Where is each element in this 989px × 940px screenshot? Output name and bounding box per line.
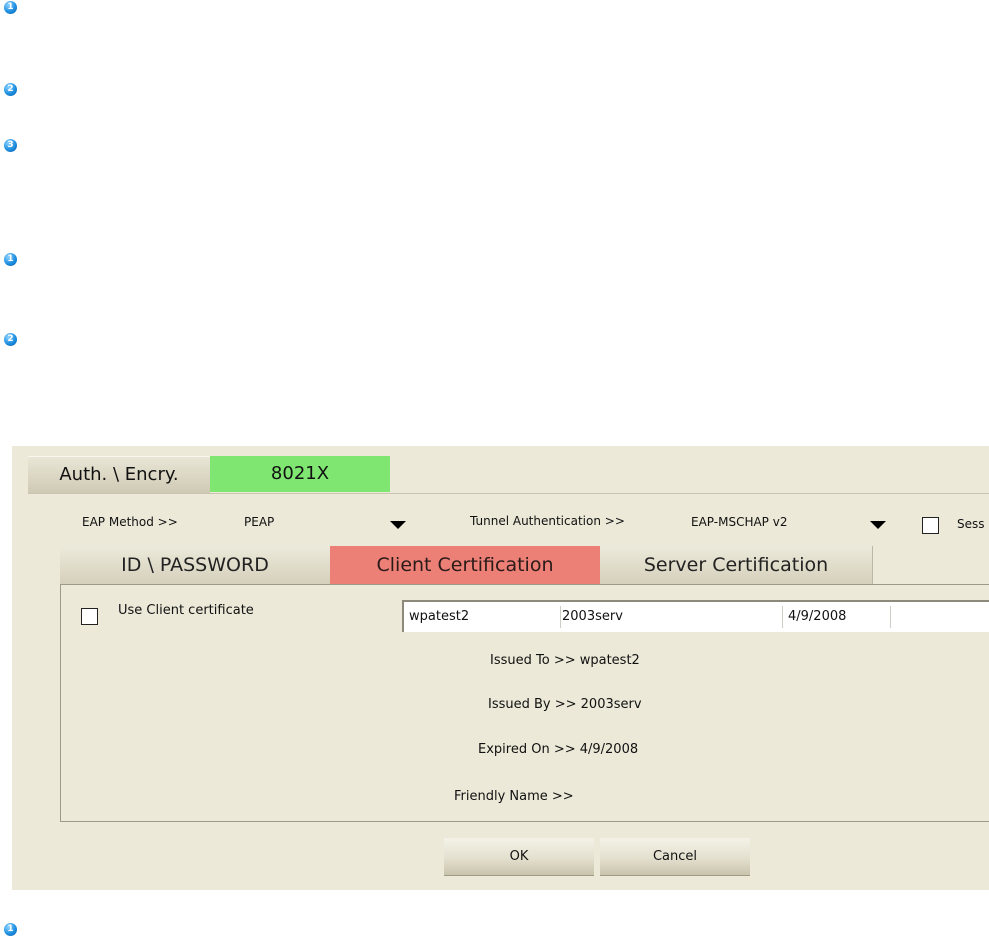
step-1-icon: 1: [4, 923, 17, 936]
client-cert-list[interactable]: wpatest2 2003serv 4/9/2008: [402, 600, 989, 632]
step-2-icon: 2: [4, 83, 17, 96]
tunnel-auth-dropdown-icon[interactable]: [870, 521, 886, 529]
step-2-icon: 2: [4, 333, 17, 346]
tab-8021x[interactable]: 8021X: [210, 456, 390, 492]
tab-id-password[interactable]: ID \ PASSWORD: [60, 546, 331, 584]
use-client-cert-checkbox[interactable]: [81, 608, 98, 625]
cert-issued-to-cell: wpatest2: [409, 609, 470, 624]
expired-on-text: Expired On >> 4/9/2008: [478, 742, 639, 757]
settings-panel: Auth. \ Encry. 8021X EAP Method >> PEAP …: [12, 446, 989, 890]
cert-column-divider: [890, 606, 891, 628]
tab-auth-encry[interactable]: Auth. \ Encry.: [28, 456, 210, 494]
session-label: Sess: [957, 517, 985, 531]
friendly-name-text: Friendly Name >>: [454, 789, 574, 804]
tab-client-certification[interactable]: Client Certification: [330, 546, 600, 584]
tunnel-auth-select[interactable]: EAP-MSCHAP v2: [691, 515, 787, 529]
tab-divider: [28, 493, 989, 494]
cert-issued-by-cell: 2003serv: [562, 609, 623, 624]
issued-by-text: Issued By >> 2003serv: [488, 697, 642, 712]
cancel-button[interactable]: Cancel: [600, 838, 750, 876]
tab-server-certification[interactable]: Server Certification: [600, 546, 873, 584]
eap-method-label: EAP Method >>: [82, 515, 178, 529]
eap-method-select[interactable]: PEAP: [244, 515, 274, 529]
issued-to-text: Issued To >> wpatest2: [490, 653, 640, 668]
eap-method-dropdown-icon[interactable]: [390, 521, 406, 529]
cert-expiry-cell: 4/9/2008: [788, 609, 847, 624]
use-client-cert-label: Use Client certificate: [118, 603, 254, 618]
tunnel-auth-label: Tunnel Authentication >>: [470, 514, 625, 528]
cert-column-divider: [782, 606, 783, 628]
step-1-icon: 1: [4, 253, 17, 266]
session-checkbox[interactable]: [922, 517, 939, 534]
step-1-icon: 1: [4, 1, 17, 14]
ok-button[interactable]: OK: [444, 838, 594, 876]
cert-column-divider: [560, 606, 561, 628]
step-3-icon: 3: [4, 139, 17, 152]
